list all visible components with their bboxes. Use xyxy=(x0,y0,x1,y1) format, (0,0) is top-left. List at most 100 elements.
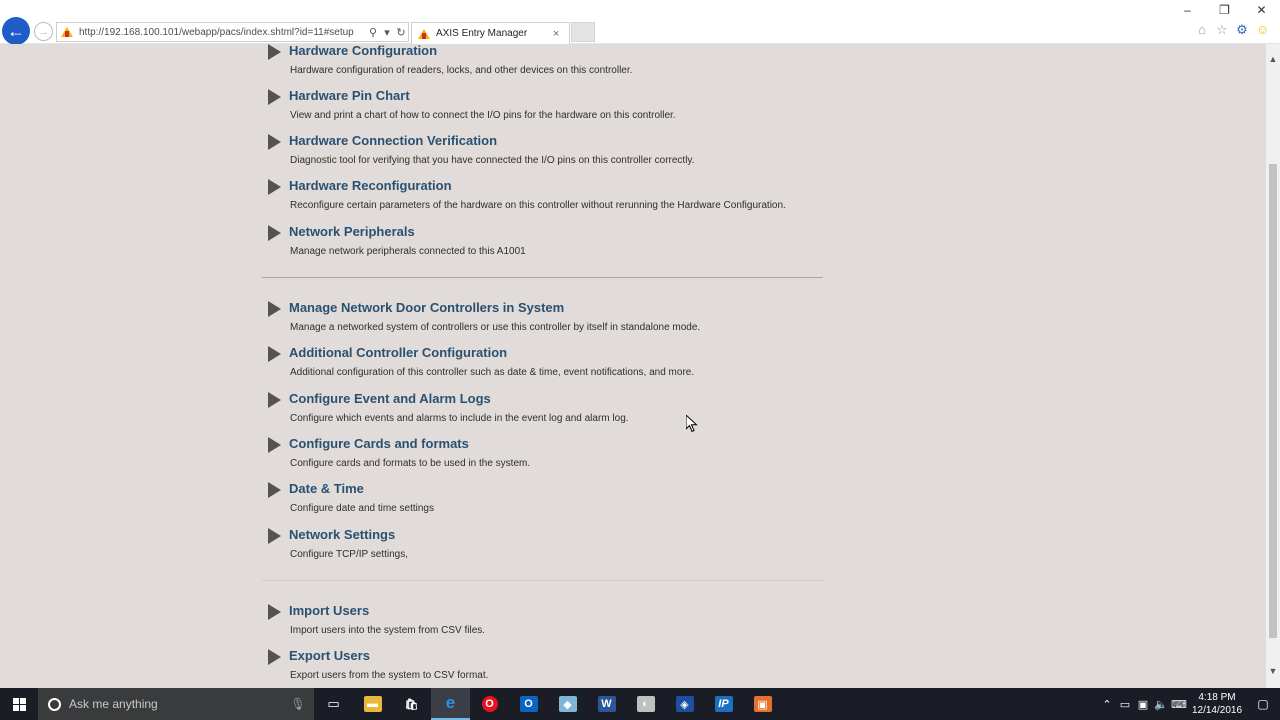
search-icon[interactable]: ⚲ xyxy=(366,26,380,39)
show-hidden-icons-chevron-icon[interactable]: ⌃ xyxy=(1098,698,1116,711)
address-bar[interactable]: http://192.168.100.101/webapp/pacs/index… xyxy=(56,22,409,42)
volume-icon[interactable]: 🔈 xyxy=(1152,698,1170,711)
play-arrow-icon xyxy=(268,482,281,498)
taskbar-app-blue[interactable]: ◆ xyxy=(548,688,587,720)
play-arrow-icon xyxy=(268,44,281,60)
store-bag-icon: 🛍 xyxy=(404,698,419,711)
scroll-down-arrow-icon[interactable]: ▼ xyxy=(1266,666,1280,676)
play-arrow-icon xyxy=(268,301,281,317)
new-tab-button[interactable] xyxy=(571,22,595,42)
paint-icon: ◐ xyxy=(636,696,655,712)
play-arrow-icon xyxy=(268,392,281,408)
taskbar-app-opera[interactable]: O xyxy=(470,688,509,720)
task-view-icon: ▭ xyxy=(327,696,340,711)
taskbar-app-file-explorer[interactable]: ▬ xyxy=(353,688,392,720)
menu-item-desc: Export users from the system to CSV form… xyxy=(290,670,489,681)
menu-item-title[interactable]: Network Settings xyxy=(289,527,395,542)
gear-icon[interactable]: ⚙ xyxy=(1236,23,1248,37)
clock-time: 4:18 PM xyxy=(1198,692,1236,703)
system-tray: ⌃ ▭ ▣ 🔈 ⌨ 4:18 PM 12/14/2016 ▢ xyxy=(1098,688,1280,720)
menu-item-title[interactable]: Export Users xyxy=(289,648,370,663)
taskbar-app-outlook[interactable]: O xyxy=(509,688,548,720)
browser-toolbar: ⌂ ☆ ⚙ ☺ xyxy=(1196,23,1269,37)
battery-icon[interactable]: ▭ xyxy=(1116,698,1134,711)
forward-button[interactable]: → xyxy=(34,22,53,41)
network-icon[interactable]: ▣ xyxy=(1134,698,1152,711)
taskbar-app-internet-explorer[interactable]: e xyxy=(431,688,470,720)
play-arrow-icon xyxy=(268,89,281,105)
home-icon[interactable]: ⌂ xyxy=(1196,23,1208,37)
taskbar-app-shield[interactable]: ◈ xyxy=(665,688,704,720)
system-clock[interactable]: 4:18 PM 12/14/2016 xyxy=(1188,691,1246,717)
menu-item-title[interactable]: Network Peripherals xyxy=(289,224,415,239)
play-arrow-icon xyxy=(268,649,281,665)
menu-item-title[interactable]: Additional Controller Configuration xyxy=(289,345,507,360)
cortana-search-box[interactable]: Ask me anything 🎙 xyxy=(38,688,314,720)
outlook-logo-icon: O xyxy=(519,696,538,712)
taskbar-app-orange[interactable]: ▣ xyxy=(743,688,782,720)
clock-date: 12/14/2016 xyxy=(1191,705,1243,716)
microphone-icon[interactable]: 🎙 xyxy=(288,697,308,711)
taskbar-app-store[interactable]: 🛍 xyxy=(392,688,431,720)
taskbar-app-ip[interactable]: IP xyxy=(704,688,743,720)
menu-item-desc: Manage a networked system of controllers… xyxy=(290,322,701,333)
url-text[interactable]: http://192.168.100.101/webapp/pacs/index… xyxy=(79,27,366,38)
play-arrow-icon xyxy=(268,437,281,453)
windows-logo-icon xyxy=(12,697,26,711)
menu-item-desc: Diagnostic tool for verifying that you h… xyxy=(290,155,695,166)
dropdown-icon[interactable]: ▾ xyxy=(380,26,394,39)
menu-item-title[interactable]: Hardware Connection Verification xyxy=(289,133,497,148)
scroll-thumb[interactable] xyxy=(1269,164,1277,638)
tab-title: AXIS Entry Manager xyxy=(436,28,528,39)
menu-item-desc: Reconfigure certain parameters of the ha… xyxy=(290,200,786,211)
menu-item-title[interactable]: Hardware Configuration xyxy=(289,44,437,58)
window-controls: – ❐ ✕ xyxy=(1169,0,1280,20)
menu-item-desc: Manage network peripherals connected to … xyxy=(290,246,526,257)
taskbar-app-paint[interactable]: ◐ xyxy=(626,688,665,720)
shield-app-icon: ◈ xyxy=(675,696,694,712)
ip-app-icon: IP xyxy=(714,696,733,712)
section-divider xyxy=(262,277,823,278)
favorites-star-icon[interactable]: ☆ xyxy=(1216,23,1228,37)
menu-item-title[interactable]: Hardware Reconfiguration xyxy=(289,178,452,193)
menu-item-title[interactable]: Hardware Pin Chart xyxy=(289,88,410,103)
menu-item-title[interactable]: Date & Time xyxy=(289,481,364,496)
back-button[interactable]: ← xyxy=(2,17,30,45)
start-button[interactable] xyxy=(0,688,38,720)
close-button[interactable]: ✕ xyxy=(1243,0,1280,20)
menu-item-desc: Configure which events and alarms to inc… xyxy=(290,413,629,424)
cortana-icon xyxy=(48,697,61,711)
task-view-button[interactable]: ▭ xyxy=(314,688,353,720)
menu-item-desc: Additional configuration of this control… xyxy=(290,367,695,378)
scroll-up-arrow-icon[interactable]: ▲ xyxy=(1266,54,1280,64)
menu-item-title[interactable]: Import Users xyxy=(289,603,369,618)
menu-item-desc: Configure date and time settings xyxy=(290,503,434,514)
section-divider xyxy=(262,580,823,581)
tab-axis-entry-manager[interactable]: AXIS Entry Manager × xyxy=(411,22,570,44)
menu-item-desc: Configure cards and formats to be used i… xyxy=(290,458,531,469)
feedback-smiley-icon[interactable]: ☺ xyxy=(1256,23,1269,37)
play-arrow-icon xyxy=(268,346,281,362)
orange-app-icon: ▣ xyxy=(753,696,772,712)
minimize-button[interactable]: – xyxy=(1169,0,1206,20)
opera-logo-icon: O xyxy=(481,696,498,712)
refresh-icon[interactable]: ↻ xyxy=(394,26,408,39)
menu-item-title[interactable]: Configure Event and Alarm Logs xyxy=(289,391,491,406)
action-center-icon[interactable]: ▢ xyxy=(1246,697,1280,711)
restore-button[interactable]: ❐ xyxy=(1206,0,1243,20)
tab-favicon-icon xyxy=(418,28,430,39)
input-language-icon[interactable]: ⌨ xyxy=(1170,698,1188,711)
menu-item-title[interactable]: Manage Network Door Controllers in Syste… xyxy=(289,300,564,315)
play-arrow-icon xyxy=(268,528,281,544)
play-arrow-icon xyxy=(268,179,281,195)
menu-item-desc: Hardware configuration of readers, locks… xyxy=(290,65,633,76)
menu-item-desc: Import users into the system from CSV fi… xyxy=(290,625,486,636)
tab-close-icon[interactable]: × xyxy=(553,28,569,40)
browser-chrome: ← → http://192.168.100.101/webapp/pacs/i… xyxy=(0,0,1280,45)
menu-item-title[interactable]: Configure Cards and formats xyxy=(289,436,469,451)
search-placeholder[interactable]: Ask me anything xyxy=(69,697,288,711)
taskbar-app-word[interactable]: W xyxy=(587,688,626,720)
vertical-scrollbar[interactable]: ▲ ▼ xyxy=(1266,44,1280,688)
play-arrow-icon xyxy=(268,134,281,150)
play-arrow-icon xyxy=(268,225,281,241)
